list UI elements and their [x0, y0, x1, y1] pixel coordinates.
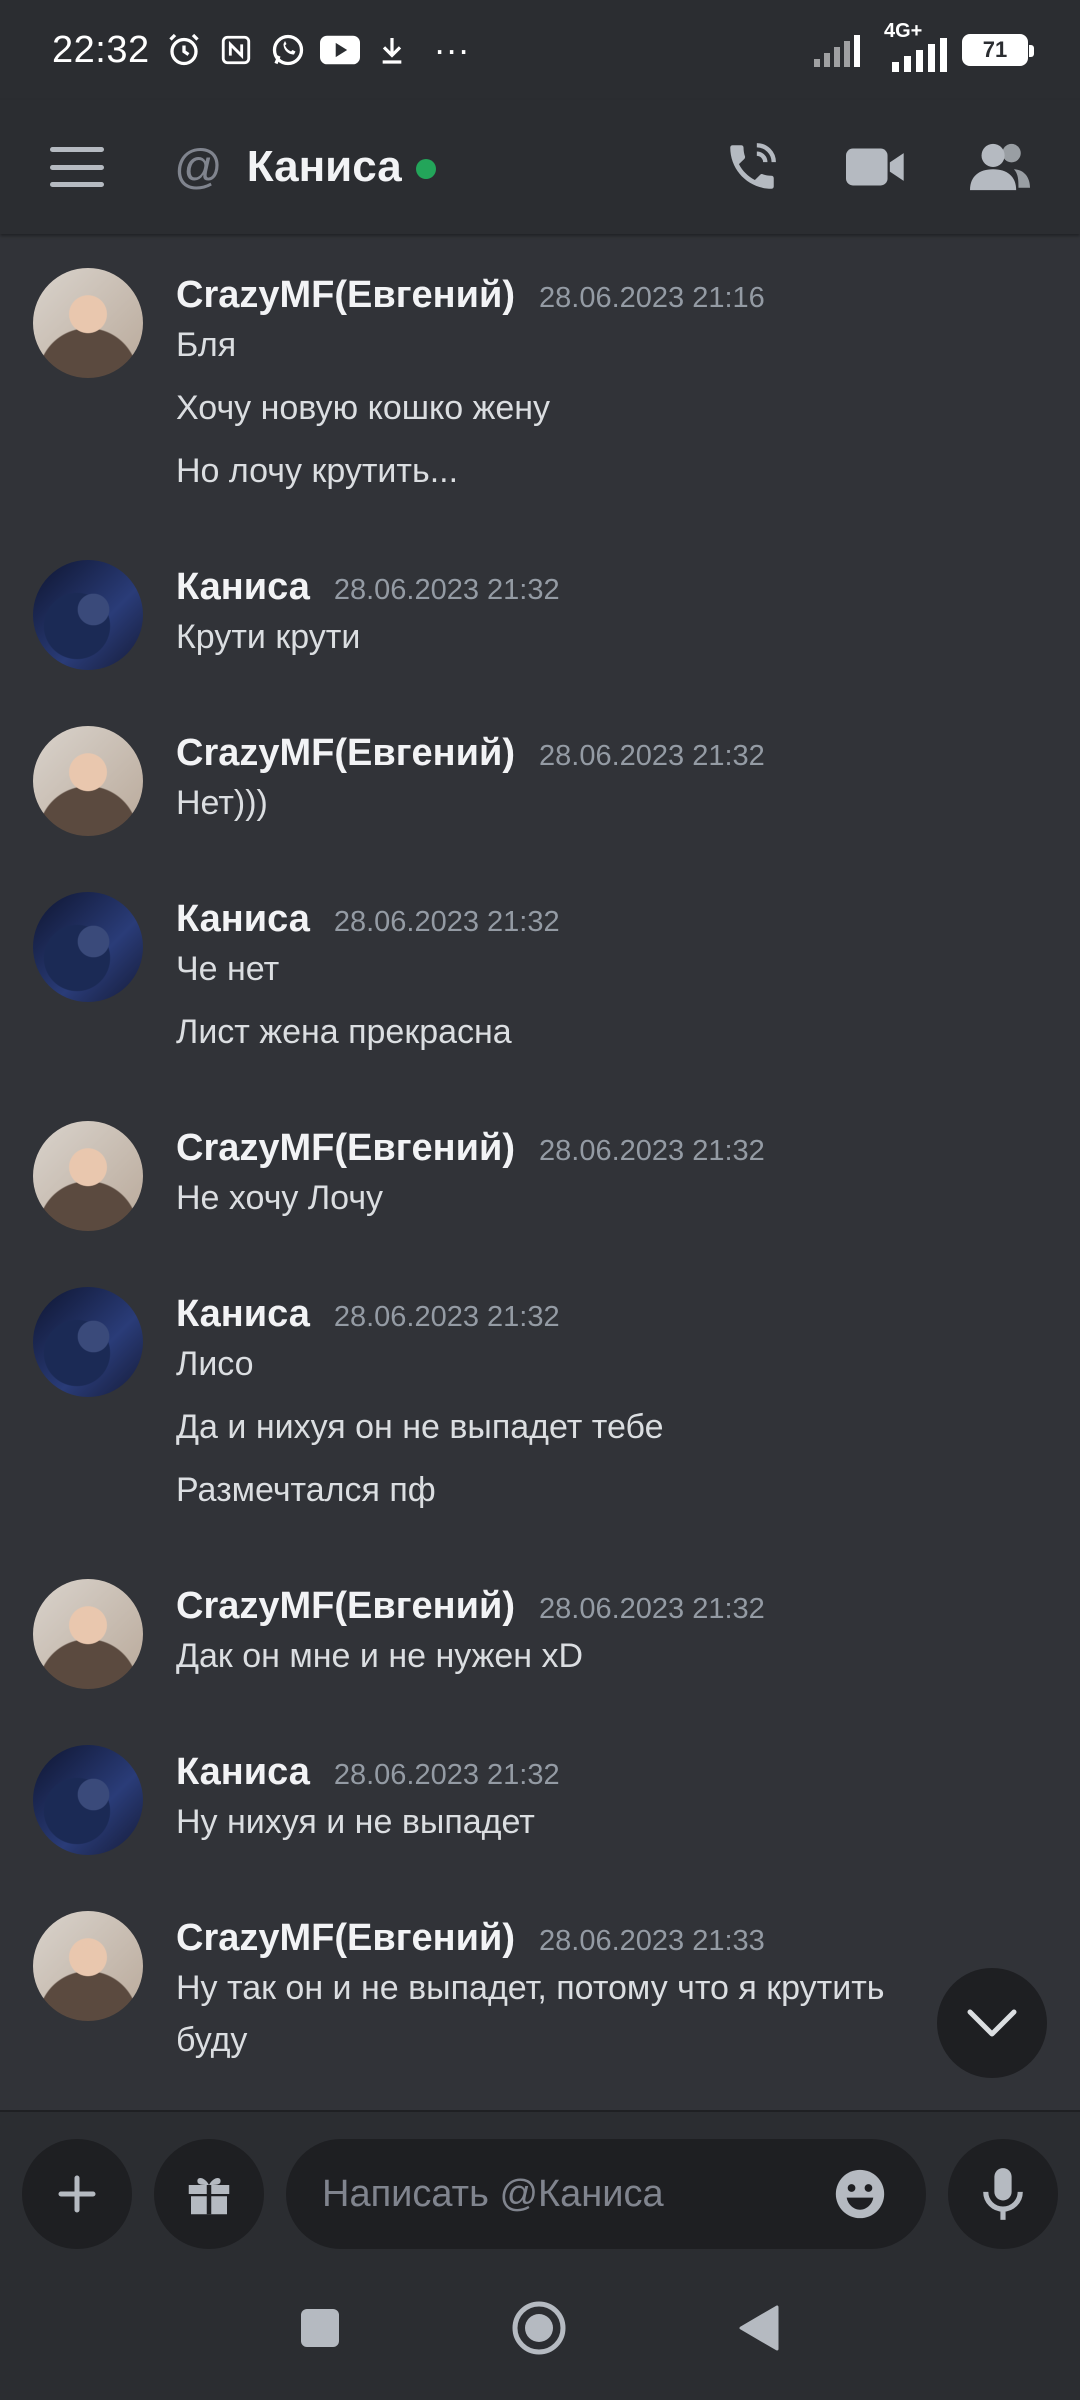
- battery-level: 71: [982, 37, 1008, 62]
- message-timestamp: 28.06.2023 21:33: [539, 1925, 765, 1957]
- message-author[interactable]: Каниса: [176, 1293, 310, 1336]
- add-attachment-button[interactable]: [22, 2139, 132, 2249]
- message-text: Дак он мне и не нужен xD: [176, 1637, 584, 1675]
- message-text: Не хочу Лочу: [176, 1179, 384, 1217]
- alarm-icon: [164, 30, 204, 70]
- message-timestamp: 28.06.2023 21:32: [539, 740, 765, 772]
- scroll-to-bottom-button[interactable]: [937, 1968, 1047, 2078]
- avatar[interactable]: [33, 892, 143, 1002]
- menu-icon[interactable]: [50, 147, 104, 187]
- battery-icon: 71: [962, 34, 1034, 66]
- avatar[interactable]: [33, 1911, 143, 2021]
- message-author[interactable]: CrazyMF(Евгений): [176, 1127, 515, 1170]
- message-text: Ну нихуя и не выпадет: [176, 1803, 535, 1841]
- home-icon[interactable]: [511, 2300, 567, 2361]
- message-timestamp: 28.06.2023 21:32: [539, 1593, 765, 1625]
- youtube-icon: [319, 30, 360, 70]
- more-notifications-icon: ···: [433, 29, 470, 70]
- message-composer: [0, 2110, 1080, 2260]
- channel-header: @ Каниса: [0, 100, 1080, 234]
- avatar[interactable]: [33, 1287, 143, 1397]
- status-bar: 22:32 ··· 4G+ 71: [0, 0, 1080, 100]
- message-text: Но лочу крутить...: [176, 452, 459, 490]
- plus-icon: [58, 2175, 96, 2213]
- gift-icon: [188, 2177, 230, 2215]
- microphone-icon: [983, 2168, 1023, 2220]
- message-text: Ну так он и не выпадет, потому что я кру…: [176, 1969, 885, 2007]
- message-text: Лисо: [176, 1345, 254, 1383]
- download-icon: [372, 30, 412, 70]
- members-icon[interactable]: [970, 137, 1030, 197]
- avatar[interactable]: [33, 1745, 143, 1855]
- nfc-icon: [216, 30, 256, 70]
- signal-4g-icon: 4G+: [878, 20, 948, 72]
- avatar[interactable]: [33, 1579, 143, 1689]
- channel-title: Каниса: [246, 142, 402, 191]
- message-author[interactable]: CrazyMF(Евгений): [176, 732, 515, 775]
- message-timestamp: 28.06.2023 21:32: [333, 906, 560, 938]
- message-timestamp: 28.06.2023 21:32: [539, 1135, 765, 1167]
- message-input[interactable]: [322, 2172, 822, 2216]
- message-text: Да и нихуя он не выпадет тебе: [176, 1408, 664, 1446]
- message-author[interactable]: Каниса: [176, 898, 310, 941]
- avatar[interactable]: [33, 1121, 143, 1231]
- message-timestamp: 28.06.2023 21:32: [333, 1301, 560, 1333]
- at-icon: @: [174, 140, 223, 194]
- message-list[interactable]: CrazyMF(Евгений) 28.06.2023 21:16 Бля Хо…: [0, 234, 1080, 2110]
- header-actions: [722, 137, 1030, 197]
- message-text: Хочу новую кошко жену: [176, 389, 551, 427]
- message-timestamp: 28.06.2023 21:32: [333, 1759, 560, 1791]
- message-input-container[interactable]: [286, 2139, 926, 2249]
- message-author[interactable]: CrazyMF(Евгений): [176, 274, 515, 317]
- avatar[interactable]: [33, 268, 143, 378]
- video-call-icon[interactable]: [846, 137, 906, 197]
- online-status-icon: [415, 159, 436, 179]
- status-system-icons: 4G+ 71: [814, 20, 1034, 72]
- message-author[interactable]: CrazyMF(Евгений): [176, 1917, 515, 1960]
- message-timestamp: 28.06.2023 21:32: [333, 574, 560, 606]
- message-text: Крути крути: [176, 618, 361, 656]
- emoji-icon[interactable]: [830, 2164, 890, 2224]
- voice-call-icon[interactable]: [722, 137, 782, 197]
- status-notification-icons: ···: [164, 29, 470, 71]
- message-author[interactable]: Каниса: [176, 566, 310, 609]
- message-text: Бля: [176, 326, 237, 364]
- message-timestamp: 28.06.2023 21:16: [539, 282, 765, 314]
- chevron-down-icon: [967, 2009, 1017, 2037]
- gift-button[interactable]: [154, 2139, 264, 2249]
- message-author[interactable]: CrazyMF(Евгений): [176, 1585, 515, 1628]
- message-text: Лист жена прекрасна: [176, 1013, 512, 1051]
- avatar[interactable]: [33, 726, 143, 836]
- back-icon[interactable]: [737, 2303, 781, 2358]
- message-text: Че нет: [176, 950, 280, 988]
- message-text: буду: [176, 2021, 248, 2059]
- message-text: Размечтался пф: [176, 1471, 436, 1509]
- message-author[interactable]: Каниса: [176, 1751, 310, 1794]
- whatsapp-icon: [268, 30, 308, 70]
- system-navigation-bar: [0, 2260, 1080, 2400]
- message-text: Нет))): [176, 784, 268, 822]
- voice-message-button[interactable]: [948, 2139, 1058, 2249]
- status-time: 22:32: [52, 28, 150, 71]
- avatar[interactable]: [33, 560, 143, 670]
- recent-apps-icon[interactable]: [299, 2307, 341, 2354]
- signal-icon: [814, 35, 860, 67]
